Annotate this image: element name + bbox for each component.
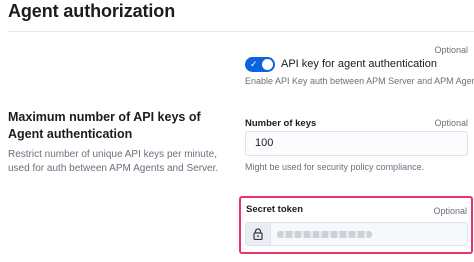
- number-of-keys-input[interactable]: 100: [245, 131, 468, 156]
- api-key-auth-help-text: Enable API Key auth between APM Server a…: [245, 76, 474, 86]
- api-key-auth-toggle[interactable]: ✓: [245, 57, 275, 72]
- optional-label: Optional: [434, 45, 468, 55]
- page-title: Agent authorization: [8, 1, 176, 21]
- api-key-auth-toggle-label[interactable]: API key for agent authentication: [281, 58, 437, 70]
- number-of-keys-label: Number of keys: [245, 118, 317, 129]
- section-title: Maximum number of API keys of Agent auth…: [8, 110, 201, 141]
- optional-label: Optional: [434, 118, 468, 128]
- check-icon: ✓: [250, 59, 258, 69]
- optional-label: Optional: [433, 206, 467, 216]
- lock-icon: [253, 228, 263, 240]
- section-description: Restrict number of unique API keys per m…: [8, 149, 219, 174]
- divider: [8, 31, 474, 32]
- toggle-knob: [262, 59, 273, 70]
- secret-token-input[interactable]: [245, 222, 468, 246]
- number-of-keys-help-text: Might be used for security policy compli…: [245, 162, 425, 172]
- secret-token-label: Secret token: [246, 204, 304, 215]
- lock-prepend: [246, 223, 271, 245]
- masked-secret-value: [277, 231, 372, 238]
